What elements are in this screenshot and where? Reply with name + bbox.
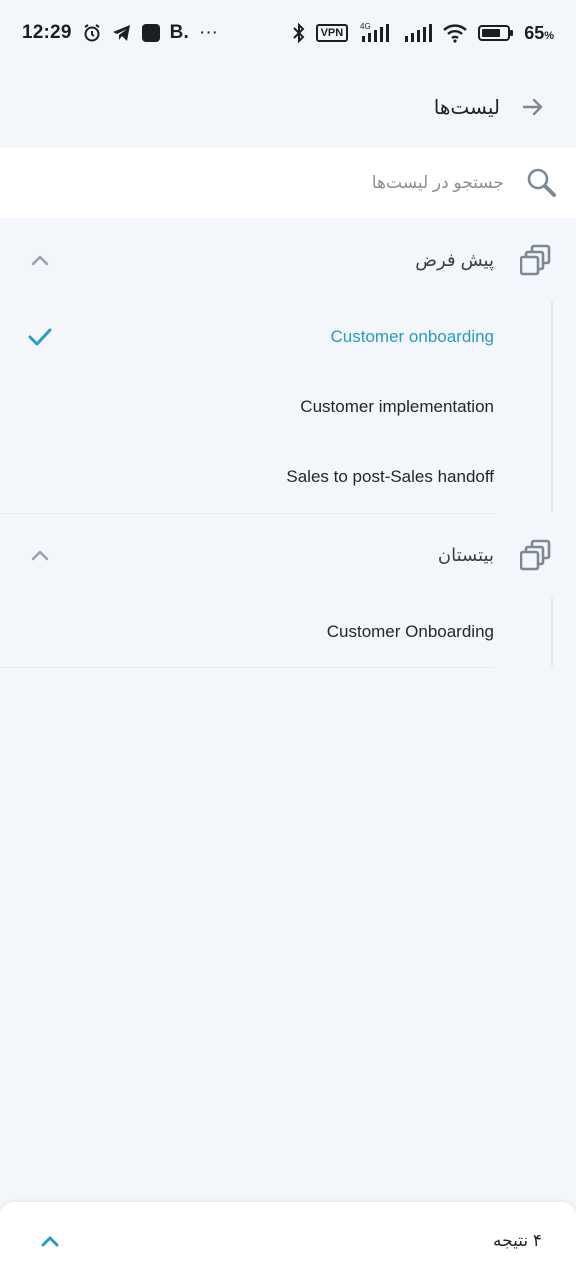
list-item-label: Customer Onboarding <box>326 622 494 641</box>
battery-percent-value: 65 <box>524 22 545 43</box>
group-title-wrap: بیتستان <box>438 539 552 571</box>
group-divider <box>0 513 494 514</box>
results-bar: ۴ نتیجه <box>0 1202 576 1280</box>
folder-stack-icon <box>520 244 552 276</box>
signal-icon <box>404 23 433 43</box>
more-notifications-icon: ··· <box>199 22 218 43</box>
battery-icon <box>478 24 514 42</box>
status-bar-right: VPN 4G 65% <box>292 22 554 44</box>
expand-results-button[interactable] <box>40 1234 60 1248</box>
page-title: لیست‌ها <box>433 96 500 119</box>
search-bar <box>0 148 576 218</box>
folder-stack-icon <box>520 539 552 571</box>
search-icon[interactable] <box>526 167 558 199</box>
list-item[interactable]: Sales to post-Sales handoff <box>0 442 494 512</box>
app-letter-icon: B. <box>169 22 190 43</box>
telegram-icon <box>112 24 132 42</box>
list-item-label: Sales to post-Sales handoff <box>286 467 494 486</box>
svg-text:4G: 4G <box>360 22 371 31</box>
status-bar: 12:29 B. ··· VPN 4G 65% <box>0 0 576 66</box>
battery-percent: 65% <box>524 23 554 44</box>
check-icon <box>28 328 52 346</box>
group-title: پیش فرض <box>415 249 494 270</box>
group-guide-line <box>551 300 553 512</box>
battery-percent-unit: % <box>544 29 554 42</box>
list-item-label: Customer onboarding <box>330 327 494 346</box>
arrow-right-icon <box>522 98 543 116</box>
group-header-default[interactable]: پیش فرض <box>0 220 576 300</box>
status-time: 12:29 <box>22 22 72 43</box>
group-title: بیتستان <box>437 544 494 565</box>
chevron-up-icon <box>41 1236 59 1247</box>
status-bar-left: 12:29 B. ··· <box>22 22 218 44</box>
app-header: لیست‌ها <box>0 66 576 148</box>
group-header-bitestan[interactable]: بیتستان <box>0 515 576 595</box>
alarm-icon <box>82 23 102 43</box>
app-square-icon <box>141 24 160 42</box>
vpn-badge: VPN <box>315 24 349 42</box>
signal-4g-icon: 4G <box>358 22 394 44</box>
collapse-chevron-icon[interactable] <box>30 548 50 562</box>
search-input[interactable] <box>62 172 506 194</box>
list-item[interactable]: Customer onboarding <box>0 302 494 372</box>
group-divider <box>0 667 494 668</box>
back-button[interactable] <box>522 96 544 118</box>
list-item[interactable]: Customer implementation <box>0 372 494 442</box>
list-item[interactable]: Customer Onboarding <box>0 597 494 667</box>
group-guide-line <box>551 597 553 667</box>
list-item-label: Customer implementation <box>300 397 494 416</box>
group-title-wrap: پیش فرض <box>415 244 552 276</box>
collapse-chevron-icon[interactable] <box>30 253 50 267</box>
result-count: ۴ نتیجه <box>493 1231 542 1250</box>
wifi-icon <box>442 23 468 43</box>
bluetooth-icon <box>292 23 306 43</box>
